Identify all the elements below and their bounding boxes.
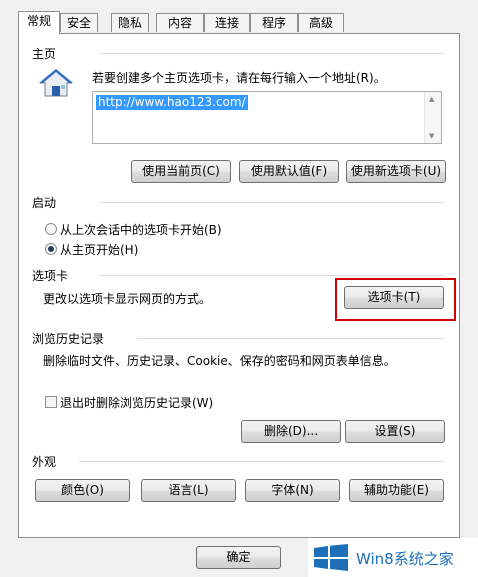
languages-button[interactable]: 语言(L): [141, 479, 236, 502]
ok-button[interactable]: 确定: [196, 546, 281, 569]
homepage-url-textarea[interactable]: http://www.hao123.com/ ▲ ▼: [92, 91, 442, 144]
textarea-scrollbar[interactable]: ▲ ▼: [424, 92, 441, 143]
tabs-divider: [99, 275, 444, 276]
scroll-up-icon[interactable]: ▲: [429, 95, 434, 103]
homepage-divider: [99, 53, 444, 54]
history-divider: [137, 338, 444, 339]
use-default-button[interactable]: 使用默认值(F): [239, 160, 339, 183]
scroll-down-icon[interactable]: ▼: [429, 132, 434, 140]
tab-advanced[interactable]: 高级: [298, 13, 344, 32]
history-group-title: 浏览历史记录: [32, 332, 105, 346]
tab-connections[interactable]: 连接: [204, 13, 250, 32]
use-new-tab-button[interactable]: 使用新选项卡(U): [346, 160, 446, 183]
colors-button[interactable]: 颜色(O): [35, 479, 130, 502]
tab-general[interactable]: 常规: [18, 11, 60, 34]
tab-programs[interactable]: 程序: [250, 13, 298, 32]
accessibility-button[interactable]: 辅助功能(E): [349, 479, 444, 502]
delete-on-exit-checkbox[interactable]: [45, 396, 57, 408]
watermark: Win8系统之家: [308, 538, 478, 577]
tab-privacy[interactable]: 隐私: [111, 13, 149, 32]
radio-home-page[interactable]: [45, 243, 57, 255]
use-current-page-button[interactable]: 使用当前页(C): [131, 160, 231, 183]
general-tab-panel: 主页 若要创建多个主页选项卡，请在每行输入一个地址(R)。 http://www…: [18, 33, 460, 538]
tab-content[interactable]: 内容: [156, 13, 204, 32]
radio-last-session[interactable]: [45, 223, 57, 235]
radio-last-session-label: 从上次会话中的选项卡开始(B): [60, 223, 222, 237]
windows-logo-icon: [314, 544, 348, 571]
homepage-group-title: 主页: [32, 47, 57, 61]
history-settings-button[interactable]: 设置(S): [345, 420, 445, 443]
tab-security[interactable]: 安全: [60, 13, 98, 32]
tabs-description: 更改以选项卡显示网页的方式。: [43, 292, 212, 306]
startup-divider: [99, 202, 444, 203]
radio-home-page-label: 从主页开始(H): [60, 243, 139, 257]
appearance-divider: [79, 461, 444, 462]
house-icon: [39, 69, 73, 97]
history-description: 删除临时文件、历史记录、Cookie、保存的密码和网页表单信息。: [43, 354, 396, 368]
tabs-settings-button[interactable]: 选项卡(T): [344, 286, 444, 309]
homepage-description: 若要创建多个主页选项卡，请在每行输入一个地址(R)。: [92, 71, 386, 85]
fonts-button[interactable]: 字体(N): [245, 479, 340, 502]
startup-group-title: 启动: [32, 196, 57, 210]
delete-on-exit-label: 退出时删除浏览历史记录(W): [60, 396, 214, 410]
watermark-text: Win8系统之家: [356, 550, 454, 568]
homepage-url-value: http://www.hao123.com/: [96, 95, 248, 110]
tabs-group-title: 选项卡: [32, 269, 69, 283]
delete-history-button[interactable]: 删除(D)...: [241, 420, 341, 443]
appearance-group-title: 外观: [32, 455, 57, 469]
